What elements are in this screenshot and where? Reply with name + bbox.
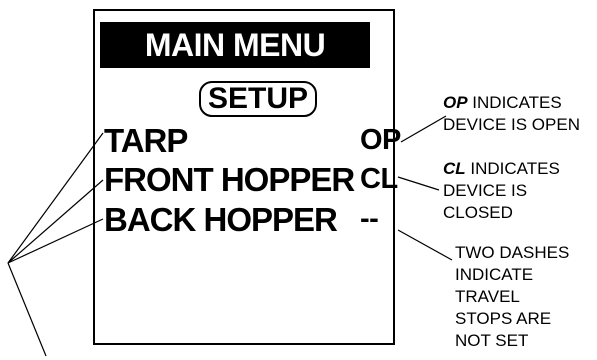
leader-line-open xyxy=(400,115,447,143)
leader-line-closed xyxy=(397,176,440,191)
leader-line-unset xyxy=(397,229,453,261)
leader-line-pointer xyxy=(7,262,47,357)
leader-line-back-hopper xyxy=(7,218,104,264)
diagram-stage: MAIN MENU SETUP TARP OP FRONT HOPPER CL … xyxy=(0,0,597,360)
callout-lines xyxy=(7,115,453,357)
leader-line-front-hopper xyxy=(7,179,104,264)
leader-line-tarp xyxy=(7,132,104,264)
